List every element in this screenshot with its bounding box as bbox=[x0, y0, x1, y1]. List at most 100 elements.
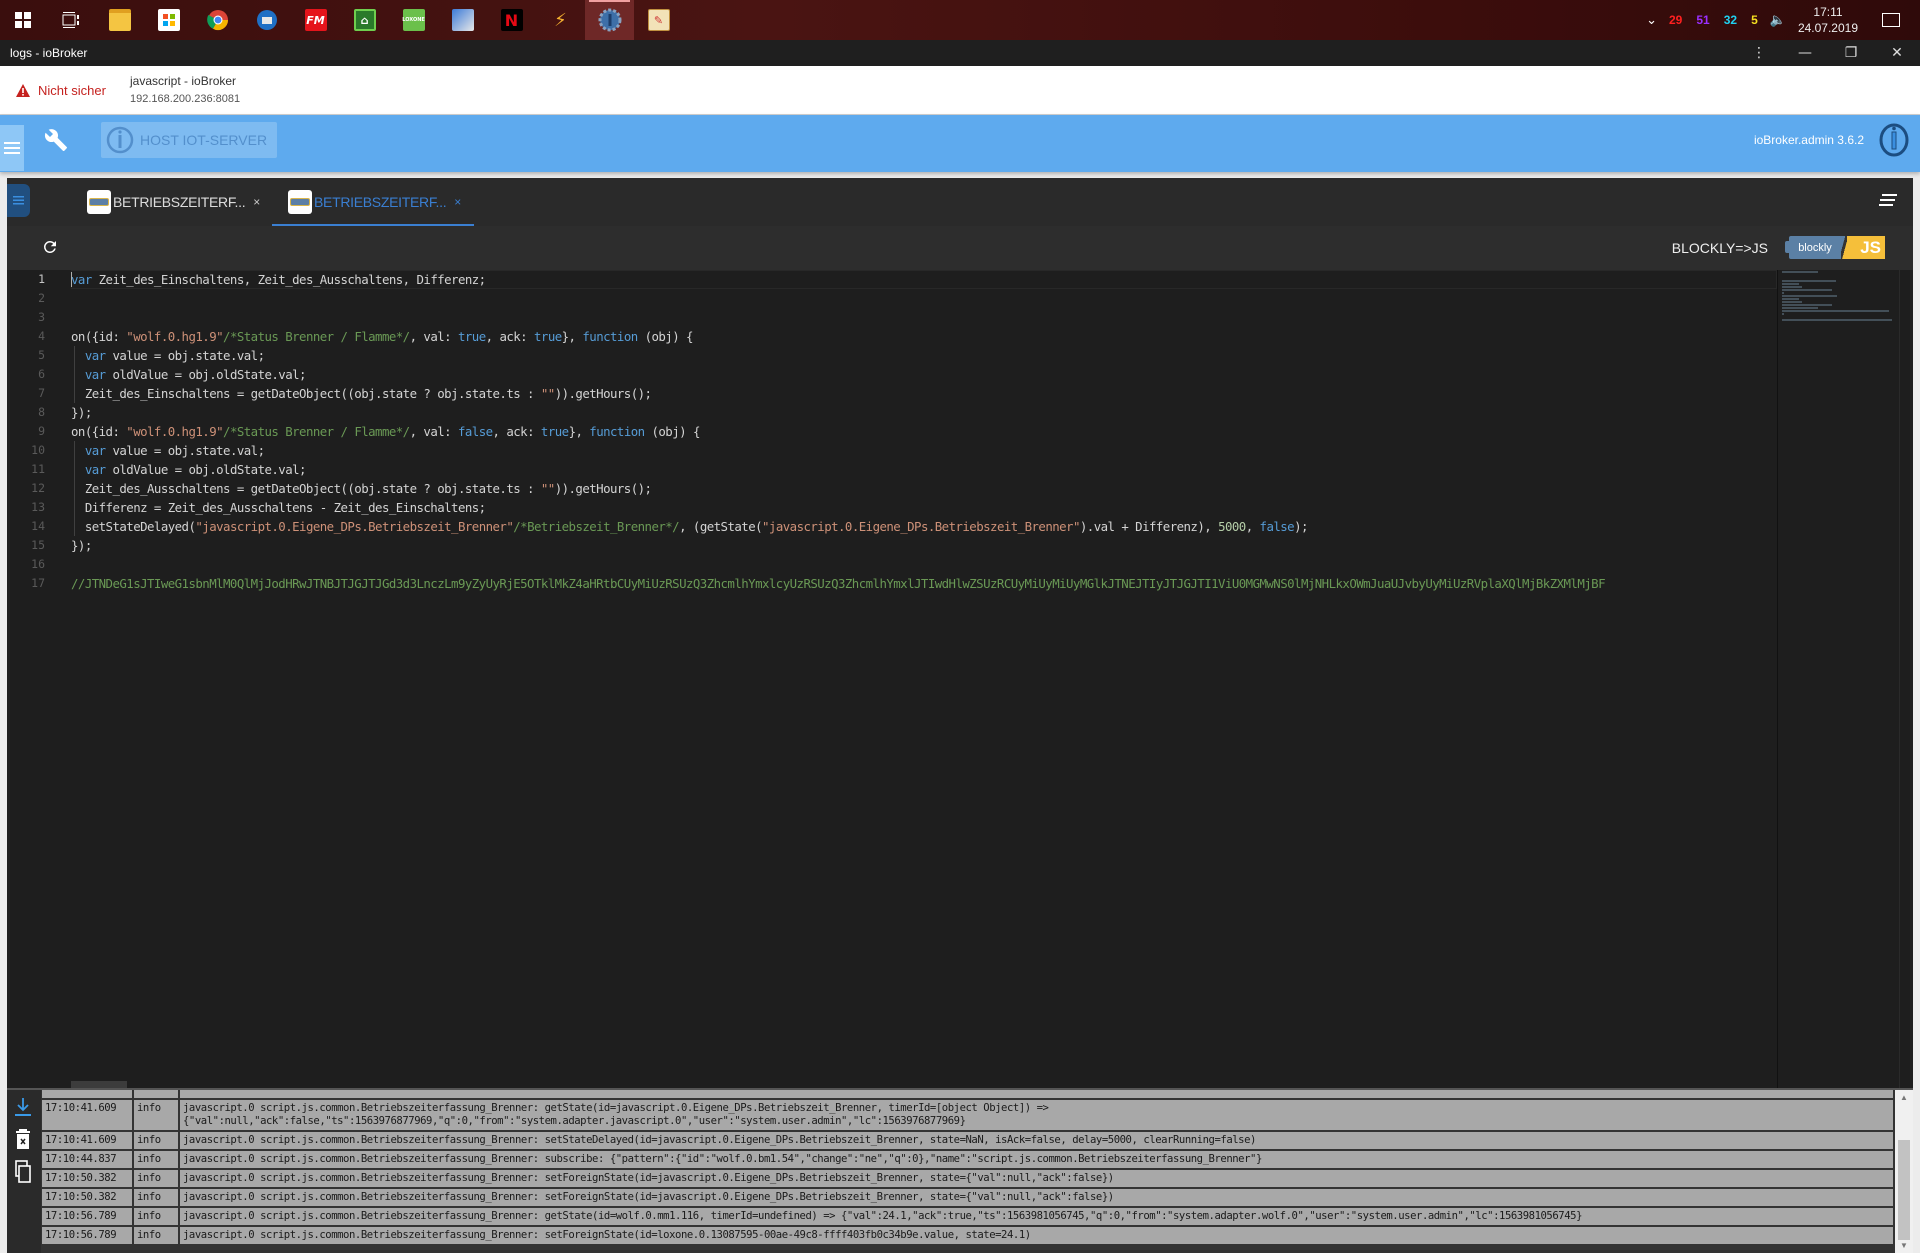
code-line[interactable]: setStateDelayed("javascript.0.Eigene_DPs… bbox=[71, 517, 1777, 536]
minimap-line bbox=[1782, 295, 1837, 297]
minimap-line bbox=[1782, 298, 1799, 300]
clear-log-button[interactable] bbox=[13, 1128, 33, 1155]
taskbar-app-task-view[interactable] bbox=[46, 0, 95, 40]
taskbar-app-winamp[interactable]: ⚡ bbox=[536, 0, 585, 40]
log-scrollbar[interactable]: ▲ ▼ bbox=[1895, 1090, 1913, 1253]
tabs-menu-button[interactable] bbox=[1879, 194, 1897, 212]
log-row-partial bbox=[42, 1090, 1895, 1100]
scroll-down-arrow-icon[interactable]: ▼ bbox=[1900, 1241, 1908, 1250]
code-line[interactable] bbox=[71, 308, 1777, 327]
code-line[interactable] bbox=[71, 289, 1777, 308]
log-scroll-thumb[interactable] bbox=[1898, 1140, 1910, 1240]
code-line[interactable]: on({id: "wolf.0.hg1.9"/*Status Brenner /… bbox=[71, 422, 1777, 441]
microsoft-store-icon bbox=[157, 9, 180, 31]
code-line[interactable]: Zeit_des_Ausschaltens = getDateObject((o… bbox=[71, 479, 1777, 498]
taskbar-app-fm[interactable]: FM bbox=[291, 0, 340, 40]
taskbar-app-file-explorer[interactable] bbox=[95, 0, 144, 40]
trash-icon bbox=[16, 1129, 30, 1149]
copy-log-button[interactable] bbox=[13, 1160, 33, 1189]
restart-script-button[interactable] bbox=[41, 238, 59, 261]
close-button[interactable]: ✕ bbox=[1874, 40, 1920, 66]
taskbar-app-windows-start[interactable] bbox=[0, 0, 46, 40]
tray-counter[interactable]: 51 bbox=[1696, 13, 1709, 27]
code-line[interactable]: var value = obj.state.val; bbox=[71, 441, 1777, 460]
task-view-icon bbox=[62, 12, 79, 28]
tray-counter[interactable]: 32 bbox=[1724, 13, 1737, 27]
minimize-button[interactable]: — bbox=[1782, 40, 1828, 66]
log-panel: 17:10:41.609 info javascript.0 script.js.c… bbox=[7, 1088, 1913, 1253]
auto-scroll-button[interactable] bbox=[13, 1096, 33, 1123]
taskbar-app-iobroker[interactable] bbox=[585, 0, 634, 40]
code-line[interactable]: var value = obj.state.val; bbox=[71, 346, 1777, 365]
log-message: javascript.0 script.js.common.Betriebsze… bbox=[180, 1132, 1895, 1149]
tray-counter[interactable]: 29 bbox=[1669, 13, 1682, 27]
code-line[interactable]: }); bbox=[71, 403, 1777, 422]
page-host[interactable]: 192.168.200.236:8081 bbox=[130, 93, 240, 105]
minimap-line bbox=[1782, 289, 1833, 291]
restore-button[interactable]: ❐ bbox=[1828, 40, 1874, 66]
code-line[interactable]: //JTNDeG1sJTIweG1sbnMlM0QlMjJodHRwJTNBJT… bbox=[71, 574, 1777, 593]
code-line[interactable]: var oldValue = obj.oldState.val; bbox=[71, 365, 1777, 384]
wrench-icon bbox=[44, 129, 67, 151]
scroll-up-icon[interactable]: ▲ bbox=[1900, 1093, 1908, 1102]
editor-vertical-scrollbar[interactable] bbox=[1899, 270, 1913, 1088]
log-severity: info bbox=[134, 1208, 180, 1225]
code-line[interactable] bbox=[71, 555, 1777, 574]
editor-horizontal-scrollbar[interactable] bbox=[71, 1081, 127, 1088]
indent-guide bbox=[74, 384, 75, 403]
line-number: 7 bbox=[38, 386, 45, 400]
log-row: 17:10:44.837 info javascript.0 script.js.c… bbox=[42, 1151, 1895, 1170]
taskbar-app-microsoft-store[interactable] bbox=[144, 0, 193, 40]
js-badge-label: JS bbox=[1847, 236, 1885, 259]
settings-button[interactable] bbox=[44, 128, 68, 157]
taskbar-app-loxone[interactable]: LOXONE bbox=[389, 0, 438, 40]
close-tab-icon[interactable]: × bbox=[454, 190, 461, 214]
line-number: 11 bbox=[31, 462, 45, 476]
netflix-icon: N bbox=[500, 9, 523, 31]
blockly-icon bbox=[288, 190, 312, 214]
tab-script-1[interactable]: BETRIEBSZEITERF... × bbox=[87, 190, 260, 226]
tab-script-2[interactable]: BETRIEBSZEITERF... × bbox=[288, 190, 461, 226]
notification-icon[interactable] bbox=[1882, 13, 1900, 27]
iobroker-header: HOST IOT-SERVER ioBroker.admin 3.6.2 bbox=[0, 115, 1920, 172]
blockly-js-badge[interactable]: blockly JS bbox=[1785, 236, 1885, 259]
code-line[interactable]: Differenz = Zeit_des_Ausschaltens - Zeit… bbox=[71, 498, 1777, 517]
taskbar-app-netflix[interactable]: N bbox=[487, 0, 536, 40]
code-line[interactable]: }); bbox=[71, 536, 1777, 555]
chevron-up-icon[interactable]: ⌄ bbox=[1646, 12, 1657, 28]
line-numbers: 1 2 3 4 5 6 7 8 9 10 11 12 13 14 15 16 17 bbox=[7, 270, 67, 1088]
speaker-icon[interactable]: 🔈 bbox=[1770, 13, 1786, 28]
minimap-line bbox=[1782, 283, 1799, 285]
warning-icon bbox=[16, 84, 30, 97]
taskbar-app-home-app[interactable]: ⌂ bbox=[340, 0, 389, 40]
code-line[interactable]: Zeit_des_Einschaltens = getDateObject((o… bbox=[71, 384, 1777, 403]
code-line[interactable]: var oldValue = obj.oldState.val; bbox=[71, 460, 1777, 479]
code-line[interactable]: var Zeit_des_Einschaltens, Zeit_des_Auss… bbox=[71, 270, 1777, 289]
convert-blockly-to-js[interactable]: BLOCKLY=>JS bbox=[1672, 240, 1768, 256]
more-options-icon[interactable]: ⋮ bbox=[1736, 40, 1782, 66]
log-time: 17:10:41.609 bbox=[42, 1100, 134, 1130]
address-bar: Nicht sicher javascript - ioBroker 192.1… bbox=[0, 66, 1920, 115]
host-button[interactable]: HOST IOT-SERVER bbox=[101, 122, 277, 158]
minimap[interactable] bbox=[1777, 270, 1899, 1088]
log-message: javascript.0 script.js.common.Betriebsze… bbox=[180, 1170, 1895, 1187]
script-list-toggle[interactable] bbox=[7, 184, 30, 217]
code-content[interactable]: var Zeit_des_Einschaltens, Zeit_des_Auss… bbox=[71, 270, 1777, 1088]
taskbar-app-chrome[interactable] bbox=[193, 0, 242, 40]
clock[interactable]: 17:11 24.07.2019 bbox=[1798, 4, 1858, 36]
indent-guide bbox=[74, 517, 75, 536]
code-line[interactable]: on({id: "wolf.0.hg1.9"/*Status Brenner /… bbox=[71, 327, 1777, 346]
sort-lines-icon bbox=[1879, 194, 1897, 206]
close-tab-icon[interactable]: × bbox=[253, 190, 260, 214]
security-indicator[interactable]: Nicht sicher bbox=[16, 83, 106, 98]
log-message: javascript.0 script.js.common.Betriebsze… bbox=[180, 1100, 1895, 1130]
taskbar-app-document-app[interactable]: ✎ bbox=[634, 0, 683, 40]
taskbar-app-remote-desktop[interactable] bbox=[438, 0, 487, 40]
host-label: HOST IOT-SERVER bbox=[140, 132, 268, 148]
code-editor[interactable]: 1 2 3 4 5 6 7 8 9 10 11 12 13 14 15 16 17 var Zeit_des_E… bbox=[7, 270, 1913, 1088]
iobroker-power-icon bbox=[1879, 123, 1909, 157]
file-explorer-icon bbox=[108, 9, 131, 31]
tray-counter[interactable]: 5 bbox=[1751, 13, 1758, 27]
taskbar-app-thunderbird[interactable] bbox=[242, 0, 291, 40]
main-menu-button[interactable] bbox=[0, 125, 24, 171]
